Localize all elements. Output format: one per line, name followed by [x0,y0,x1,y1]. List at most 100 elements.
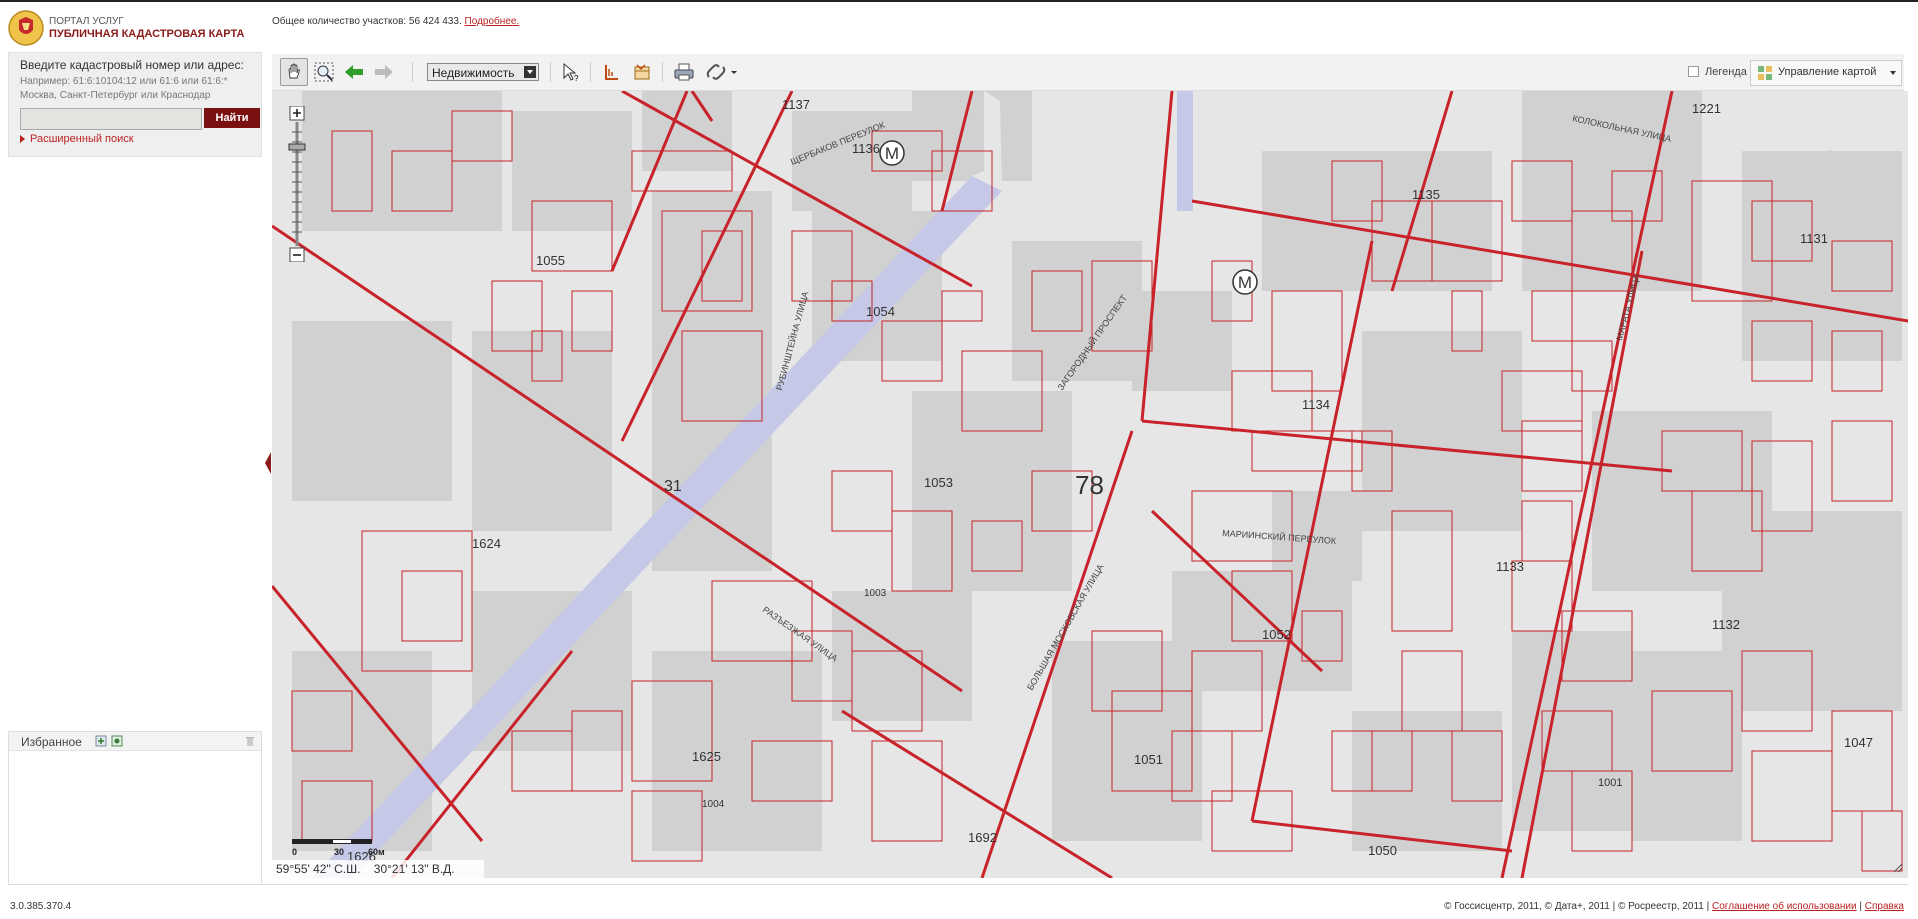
link-icon [706,64,737,80]
advanced-search-label: Расширенный поиск [30,133,134,145]
identify-button[interactable]: ? [556,58,584,86]
search-title: Введите кадастровый номер или адрес: [20,58,244,72]
map-layers-icon [1758,66,1772,80]
map-block-label: 1004 [702,799,725,810]
longitude-value: 30°21' 13" [373,862,429,876]
metro-station-icon[interactable]: M [879,140,905,166]
identify-cursor-icon: ? [563,62,579,83]
toolbar-separator [590,62,591,82]
north-road [1177,91,1193,211]
favorites-header: Избранное [9,732,261,751]
search-panel: Введите кадастровый номер или адрес: Нап… [8,52,262,157]
svg-text:?: ? [574,74,579,83]
search-hint: Например: 61:6:10104:12 или 61:6 или 61:… [20,76,228,101]
footer-separator: | [1859,901,1862,912]
map-block-label: 1052 [1262,627,1291,642]
search-input[interactable] [20,108,202,130]
scale-tick-label: 0 [292,847,298,857]
layer-select-value: Недвижимость [432,66,515,80]
hand-tool-button[interactable] [280,58,308,86]
map-block-label: 1131 [1800,231,1828,246]
longitude-hemisphere: В.Д. [431,862,455,876]
back-button[interactable] [340,58,368,86]
map-block-label: 1050 [1368,843,1397,858]
zoom-slider[interactable] [288,106,306,262]
toolbar-separator [550,62,551,82]
map-block-label: 1624 [472,536,501,551]
measure-icon [605,65,618,80]
collapse-panel-handle[interactable] [265,452,271,474]
toolbar-separator [412,62,413,82]
portal-subtitle: ПОРТАЛ УСЛУГ [49,16,124,27]
link-button[interactable] [702,58,740,86]
resize-corner-icon[interactable] [1892,862,1904,874]
scale-tick-label: 30 [334,847,345,857]
copyright-text: © Госсисцентр, 2011, © Дата+, 2011 | © Р… [1444,901,1710,912]
terms-of-use-link[interactable]: Соглашение об использовании [1712,901,1857,912]
forward-button[interactable] [370,58,398,86]
coordinates-readout: 59°55' 42" С.Ш. 30°21' 13" В.Д. [272,860,484,878]
map-toolbar: Недвижимость ? Легенда Управление картой [272,54,1904,91]
favorite-settings-icon[interactable] [111,735,123,747]
triangle-right-icon [20,135,25,144]
legend-label[interactable]: Легенда [1705,66,1747,78]
layer-select[interactable]: Недвижимость [427,63,539,81]
map-block-label: 1625 [692,749,721,764]
footer-divider [8,884,1908,885]
svg-text:M: M [885,144,899,163]
map-block-label: 1133 [1496,559,1524,574]
map-block-label: 1047 [1844,735,1873,750]
map-block-label: 1692 [968,830,997,845]
map-canvas[interactable]: M M 1137 1136 1135 1221 1131 1055 1054 1… [272,91,1908,878]
chevron-down-icon [1890,71,1896,75]
map-management-label: Управление картой [1778,66,1877,78]
map-block-label: 1221 [1692,101,1721,116]
search-button[interactable]: Найти [204,108,260,128]
legend-checkbox[interactable] [1688,66,1699,77]
map-block-label: 1136 [852,141,880,156]
hand-icon [288,63,300,79]
portal-title[interactable]: ПУБЛИЧНАЯ КАДАСТРОВАЯ КАРТА [49,28,244,40]
map-block-label: 1003 [864,588,887,599]
metro-station-icon[interactable]: M [1232,269,1258,295]
help-link[interactable]: Справка [1865,901,1904,912]
map-block-label: 1055 [536,253,565,268]
map-block-label: 1054 [866,304,895,319]
more-details-link[interactable]: Подробнее. [465,16,520,27]
parcel-count: Общее количество участков: 56 424 433. П… [272,16,519,27]
print-button[interactable] [670,58,698,86]
favorites-panel: Избранное [8,731,262,885]
coat-of-arms-logo[interactable] [8,10,44,46]
svg-text:M: M [1238,273,1252,292]
map-block-label: 1051 [1134,752,1163,767]
map-block-label: 1135 [1412,187,1440,202]
latitude-hemisphere: С.Ш. [334,862,361,876]
cadastral-map[interactable]: M M 1137 1136 1135 1221 1131 1055 1054 1… [272,91,1908,878]
toolbar-separator [662,62,663,82]
chevron-down-icon [524,66,536,78]
arrow-right-icon [375,65,393,79]
scale-tick-label: 60м [368,847,385,857]
version-label: 3.0.385.370.4 [10,901,72,912]
attributes-icon [634,64,650,80]
zoom-box-button[interactable] [310,58,338,86]
map-management-button[interactable]: Управление картой [1750,60,1902,86]
arrow-left-icon [345,65,363,79]
header: ПОРТАЛ УСЛУГ ПУБЛИЧНАЯ КАДАСТРОВАЯ КАРТА… [0,2,1918,52]
measure-button[interactable] [598,58,626,86]
footer-copyright: © Госсисцентр, 2011, © Дата+, 2011 | © Р… [1444,901,1904,912]
map-block-label: 1137 [782,97,810,112]
scale-bar: 0 30 60м [292,835,392,859]
advanced-search-link[interactable]: Расширенный поиск [20,133,134,145]
map-block-label: 1001 [1598,777,1622,789]
printer-icon [674,63,694,81]
map-block-label: 1134 [1302,397,1330,412]
favorites-title: Избранное [21,735,82,749]
attributes-button[interactable] [628,58,656,86]
zoom-box-icon [314,62,334,82]
district-label: 78 [1075,470,1104,500]
latitude-value: 59°55' 42" [276,862,331,876]
add-favorite-icon[interactable] [95,735,107,747]
trash-icon[interactable] [244,735,256,747]
map-block-label: 1053 [924,475,953,490]
